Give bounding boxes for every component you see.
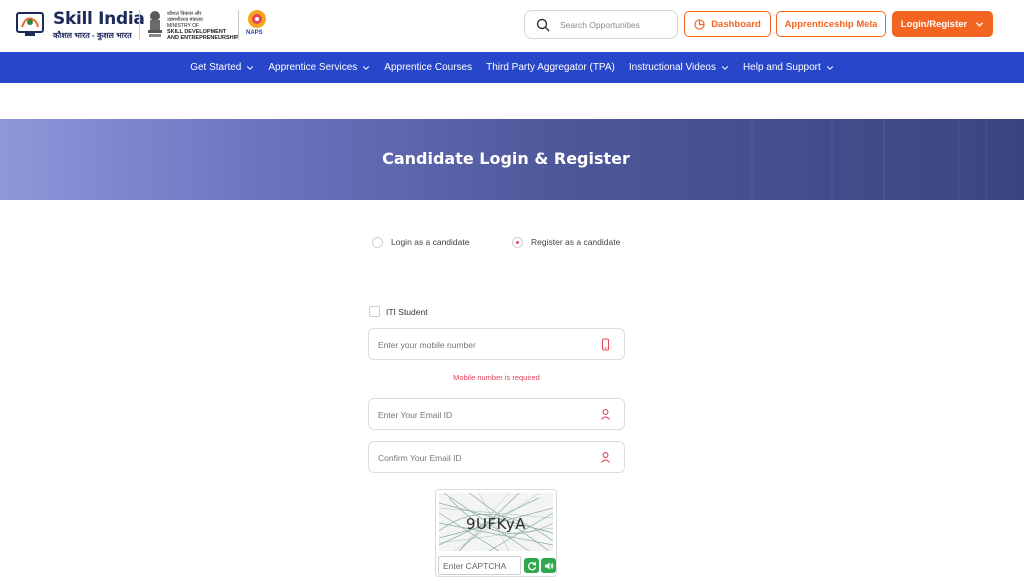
nav-apprentice-courses[interactable]: Apprentice Courses: [377, 62, 479, 73]
dashboard-label: Dashboard: [711, 18, 761, 30]
email-input[interactable]: [378, 407, 593, 423]
main-nav: Get Started Apprentice Services Apprenti…: [0, 52, 1024, 83]
radio-label: Login as a candidate: [391, 237, 470, 247]
chevron-down-icon: [721, 65, 729, 70]
logo-subtitle: कौशल भारत - कुशल भारत: [53, 31, 132, 40]
register-mode-radio[interactable]: Register as a candidate: [512, 235, 620, 249]
captcha-image: 9UFKyA: [439, 493, 553, 551]
radio-label: Register as a candidate: [531, 237, 621, 247]
email-field[interactable]: [368, 398, 625, 430]
iti-student-checkbox[interactable]: [369, 306, 380, 317]
ministry-line-en-3: AND ENTREPRENEURSHIP: [167, 35, 239, 41]
radio-button-selected[interactable]: [512, 236, 523, 248]
nav-get-started[interactable]: Get Started: [183, 62, 261, 73]
mobile-field[interactable]: [368, 328, 625, 360]
nav-apprentice-services[interactable]: Apprentice Services: [261, 62, 377, 73]
iti-student-label: ITI Student: [386, 306, 428, 317]
confirm-email-input[interactable]: [378, 450, 593, 466]
skill-india-monitor-icon: [16, 12, 44, 36]
login-register-button[interactable]: Login/Register: [892, 11, 993, 37]
logo-divider: [139, 10, 140, 40]
captcha-audio-button[interactable]: [541, 558, 556, 573]
nav-label: Apprentice Services: [268, 62, 358, 73]
chevron-down-icon: [247, 65, 254, 70]
site-header: Skill India कौशल भारत - कुशल भारत कौशल व…: [0, 0, 1024, 52]
iti-student-checkbox-row[interactable]: ITI Student: [369, 306, 428, 317]
user-icon: [601, 409, 610, 420]
user-icon: [601, 452, 610, 463]
radio-button[interactable]: [372, 236, 383, 248]
confirm-email-field[interactable]: [368, 441, 625, 473]
search-box[interactable]: [524, 10, 678, 39]
skill-india-logo[interactable]: Skill India कौशल भारत - कुशल भारत: [16, 9, 145, 41]
captcha-input[interactable]: [438, 556, 521, 575]
apprenticeship-mela-button[interactable]: Apprenticeship Mela: [776, 11, 886, 37]
naps-label: NAPS: [246, 30, 263, 36]
search-input[interactable]: [560, 17, 672, 33]
captcha-refresh-button[interactable]: [524, 558, 539, 573]
apprenticeship-mela-label: Apprenticeship Mela: [784, 18, 878, 30]
chevron-down-icon: [826, 65, 833, 70]
login-register-label: Login/Register: [900, 18, 968, 30]
dashboard-button[interactable]: Dashboard: [684, 11, 771, 37]
ministry-divider: [238, 10, 239, 40]
pie-chart-icon: [694, 18, 705, 30]
chevron-down-icon: [363, 65, 370, 70]
nav-instructional-videos[interactable]: Instructional Videos: [622, 62, 736, 73]
nav-label: Instructional Videos: [628, 62, 716, 73]
chevron-down-icon: [976, 21, 984, 27]
mobile-input[interactable]: [378, 337, 593, 353]
speaker-icon: [544, 562, 553, 569]
nav-third-party-aggregator[interactable]: Third Party Aggregator (TPA): [479, 62, 622, 73]
logo-title: Skill India: [53, 9, 145, 29]
nav-help-and-support[interactable]: Help and Support: [736, 62, 841, 73]
nav-label: Help and Support: [742, 62, 821, 73]
page-banner: Candidate Login & Register: [0, 119, 1024, 200]
captcha-box: 9UFKyA: [435, 489, 557, 577]
mobile-phone-icon: [601, 338, 610, 351]
page-title: Candidate Login & Register: [382, 149, 630, 168]
login-mode-radio[interactable]: Login as a candidate: [372, 235, 469, 249]
refresh-icon: [527, 561, 536, 570]
captcha-text: 9UFKyA: [465, 515, 527, 533]
search-icon: [536, 18, 550, 32]
nav-label: Apprentice Courses: [384, 62, 473, 73]
national-emblem-icon: [148, 11, 162, 37]
mobile-error-message: Mobile number is required: [453, 373, 540, 382]
nav-label: Third Party Aggregator (TPA): [486, 62, 615, 73]
nav-label: Get Started: [190, 62, 242, 73]
ministry-name: कौशल विकास और उद्यमशीलता मंत्रालय MINIST…: [167, 11, 239, 41]
